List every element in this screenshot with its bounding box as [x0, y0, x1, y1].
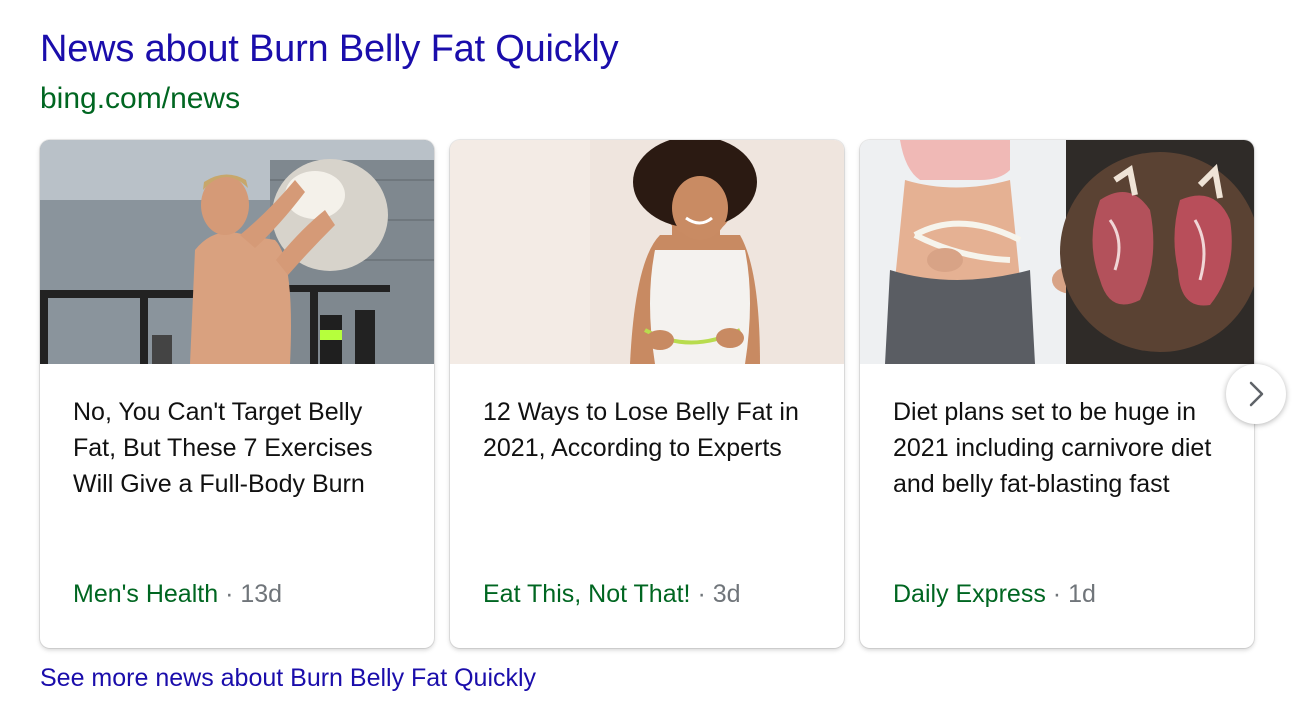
news-section-title[interactable]: News about Burn Belly Fat Quickly — [40, 28, 619, 71]
publisher-name: Daily Express — [893, 580, 1046, 608]
meta-separator: · — [697, 580, 713, 608]
published-age: 13d — [240, 580, 283, 608]
news-headline[interactable]: Diet plans set to be huge in 2021 includ… — [893, 394, 1227, 502]
news-card[interactable]: 12 Ways to Lose Belly Fat in 2021, Accor… — [450, 140, 844, 648]
publisher-name: Men's Health — [73, 580, 219, 608]
news-thumbnail-image[interactable] — [860, 140, 1254, 364]
news-headline[interactable]: No, You Can't Target Belly Fat, But Thes… — [73, 394, 407, 502]
news-meta: Eat This, Not That! · 3d — [483, 580, 741, 609]
news-carousel: No, You Can't Target Belly Fat, But Thes… — [40, 140, 1254, 648]
meta-separator: · — [1052, 580, 1069, 608]
news-meta: Daily Express · 1d — [893, 580, 1096, 609]
source-url: bing.com/news — [40, 82, 241, 115]
published-age: 1d — [1068, 580, 1096, 608]
news-card[interactable]: No, You Can't Target Belly Fat, But Thes… — [40, 140, 434, 648]
news-card[interactable]: Diet plans set to be huge in 2021 includ… — [860, 140, 1254, 648]
news-meta: Men's Health · 13d — [73, 580, 282, 609]
news-thumbnail-image[interactable] — [40, 140, 434, 364]
chevron-right-icon — [1249, 381, 1264, 407]
meta-separator: · — [225, 580, 241, 608]
published-age: 3d — [712, 580, 741, 608]
carousel-next-button[interactable] — [1226, 364, 1286, 424]
publisher-name: Eat This, Not That! — [483, 580, 691, 608]
see-more-news-link[interactable]: See more news about Burn Belly Fat Quick… — [40, 664, 536, 693]
news-thumbnail-image[interactable] — [450, 140, 844, 364]
news-headline[interactable]: 12 Ways to Lose Belly Fat in 2021, Accor… — [483, 394, 817, 466]
